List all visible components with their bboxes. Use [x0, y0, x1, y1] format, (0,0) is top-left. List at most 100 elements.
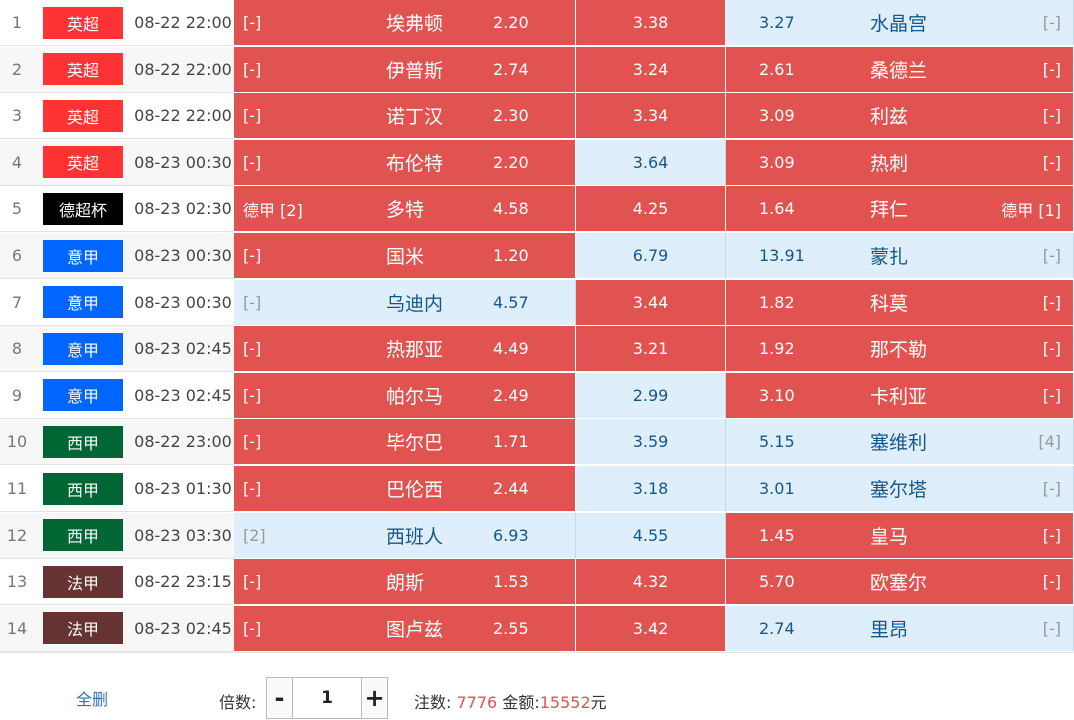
match-index: 4	[0, 139, 34, 186]
multiplier-label: 倍数:	[219, 693, 257, 712]
away-team: 蒙扎	[870, 246, 909, 268]
multiplier-input[interactable]	[293, 678, 361, 718]
currency-label: 元	[590, 693, 607, 712]
home-win-option[interactable]: 德甲 [2] 多特 4.58	[234, 186, 576, 233]
league-badge: 意甲	[43, 239, 123, 272]
league-cell: 德超杯	[34, 186, 132, 233]
draw-option[interactable]: 4.55	[576, 512, 726, 559]
home-win-option[interactable]: [-] 诺丁汉 2.30	[234, 93, 576, 140]
home-win-option[interactable]: [-] 朗斯 1.53	[234, 559, 576, 606]
match-row: 11 西甲 08-23 01:30 [-] 巴伦西 2.44 3.18 3.01 塞尔塔 [-]	[0, 466, 1074, 512]
home-rank-tag: [-]	[243, 13, 262, 32]
away-win-option[interactable]: 2.74 里昂 [-]	[726, 605, 1074, 652]
away-odds: 1.92	[759, 339, 795, 359]
home-odds: 4.49	[493, 339, 529, 359]
home-odds: 1.71	[493, 432, 529, 452]
away-win-option[interactable]: 5.70 欧塞尔 [-]	[726, 559, 1074, 606]
match-index: 14	[0, 605, 34, 652]
away-win-option[interactable]: 3.09 利兹 [-]	[726, 93, 1074, 140]
draw-option[interactable]: 3.24	[576, 46, 726, 93]
minus-button[interactable]: -	[267, 678, 293, 718]
match-time: 08-22 22:00	[132, 93, 234, 140]
home-odds: 2.74	[493, 59, 529, 79]
home-win-option[interactable]: [-] 帕尔马 2.49	[234, 372, 576, 419]
away-win-option[interactable]: 3.27 水晶宫 [-]	[726, 0, 1074, 46]
away-win-option[interactable]: 3.01 塞尔塔 [-]	[726, 466, 1074, 512]
home-win-option[interactable]: [-] 国米 1.20	[234, 233, 576, 279]
home-win-option[interactable]: [-] 伊普斯 2.74	[234, 46, 576, 93]
draw-option[interactable]: 3.21	[576, 326, 726, 373]
away-win-option[interactable]: 3.09 热刺 [-]	[726, 139, 1074, 186]
away-win-option[interactable]: 5.15 塞维利 [4]	[726, 419, 1074, 466]
match-row: 3 英超 08-22 22:00 [-] 诺丁汉 2.30 3.34 3.09 利兹 [-]	[0, 93, 1074, 140]
draw-option[interactable]: 4.32	[576, 559, 726, 606]
away-win-option[interactable]: 13.91 蒙扎 [-]	[726, 233, 1074, 279]
draw-option[interactable]: 3.59	[576, 419, 726, 466]
draw-option[interactable]: 3.34	[576, 93, 726, 140]
away-win-option[interactable]: 1.92 那不勒 [-]	[726, 326, 1074, 373]
league-cell: 意甲	[34, 279, 132, 326]
draw-odds: 3.59	[632, 432, 669, 452]
home-rank-tag: [-]	[243, 479, 262, 498]
home-win-option[interactable]: [-] 热那亚 4.49	[234, 326, 576, 373]
away-win-option[interactable]: 2.61 桑德兰 [-]	[726, 46, 1074, 93]
draw-option[interactable]: 3.44	[576, 279, 726, 326]
league-cell: 意甲	[34, 326, 132, 373]
match-index: 3	[0, 93, 34, 140]
away-win-option[interactable]: 1.82 科莫 [-]	[726, 279, 1074, 326]
league-cell: 法甲	[34, 559, 132, 606]
match-index: 7	[0, 279, 34, 326]
home-win-option[interactable]: [-] 布伦特 2.20	[234, 139, 576, 186]
league-badge: 意甲	[43, 379, 123, 412]
match-row: 1 英超 08-22 22:00 [-] 埃弗顿 2.20 3.38 3.27 水晶宫 [-]	[0, 0, 1074, 46]
draw-option[interactable]: 4.25	[576, 186, 726, 233]
league-cell: 西甲	[34, 419, 132, 466]
clear-all-button[interactable]: 全删	[76, 686, 108, 710]
away-win-option[interactable]: 1.64 拜仁 德甲 [1]	[726, 186, 1074, 233]
away-rank-tag: [-]	[1042, 385, 1061, 405]
home-odds: 4.57	[493, 292, 529, 312]
match-time: 08-23 02:45	[132, 372, 234, 419]
home-team: 国米	[386, 246, 425, 268]
home-odds: 2.20	[493, 13, 529, 32]
league-cell: 英超	[34, 139, 132, 186]
draw-option[interactable]: 3.64	[576, 139, 726, 186]
home-odds: 2.49	[493, 385, 529, 405]
draw-option[interactable]: 3.38	[576, 0, 726, 46]
home-rank-tag: [-]	[243, 339, 262, 359]
away-odds: 1.64	[759, 199, 795, 219]
home-team: 图卢兹	[386, 618, 444, 641]
away-win-option[interactable]: 1.45 皇马 [-]	[726, 512, 1074, 559]
home-win-option[interactable]: [-] 巴伦西 2.44	[234, 466, 576, 512]
away-odds: 5.70	[759, 572, 795, 592]
away-odds: 2.74	[759, 618, 795, 638]
away-odds: 3.01	[759, 479, 795, 498]
plus-button[interactable]: +	[361, 678, 387, 718]
home-odds: 2.20	[493, 152, 529, 172]
amount-label: 金额:	[502, 693, 540, 712]
home-win-option[interactable]: [-] 图卢兹 2.55	[234, 605, 576, 652]
home-win-option[interactable]: [-] 埃弗顿 2.20	[234, 0, 576, 46]
draw-option[interactable]: 3.42	[576, 605, 726, 652]
home-team: 埃弗顿	[386, 13, 444, 35]
away-team: 热刺	[870, 152, 909, 175]
draw-option[interactable]: 2.99	[576, 372, 726, 419]
match-index: 11	[0, 466, 34, 512]
draw-option[interactable]: 3.18	[576, 466, 726, 512]
away-rank-tag: [-]	[1042, 246, 1061, 265]
home-win-option[interactable]: [2] 西班人 6.93	[234, 512, 576, 559]
match-index: 13	[0, 559, 34, 606]
league-cell: 英超	[34, 93, 132, 140]
home-team: 西班人	[386, 525, 444, 548]
away-win-option[interactable]: 3.10 卡利亚 [-]	[726, 372, 1074, 419]
home-rank-tag: [-]	[243, 106, 262, 126]
amount-value: 15552	[539, 693, 591, 712]
home-rank-tag: [-]	[243, 618, 262, 638]
draw-option[interactable]: 6.79	[576, 233, 726, 279]
league-badge: 英超	[43, 6, 123, 39]
home-win-option[interactable]: [-] 毕尔巴 1.71	[234, 419, 576, 466]
league-badge: 英超	[43, 146, 123, 179]
home-win-option[interactable]: [-] 乌迪内 4.57	[234, 279, 576, 326]
away-odds: 13.91	[759, 246, 805, 265]
draw-odds: 3.24	[632, 59, 669, 79]
